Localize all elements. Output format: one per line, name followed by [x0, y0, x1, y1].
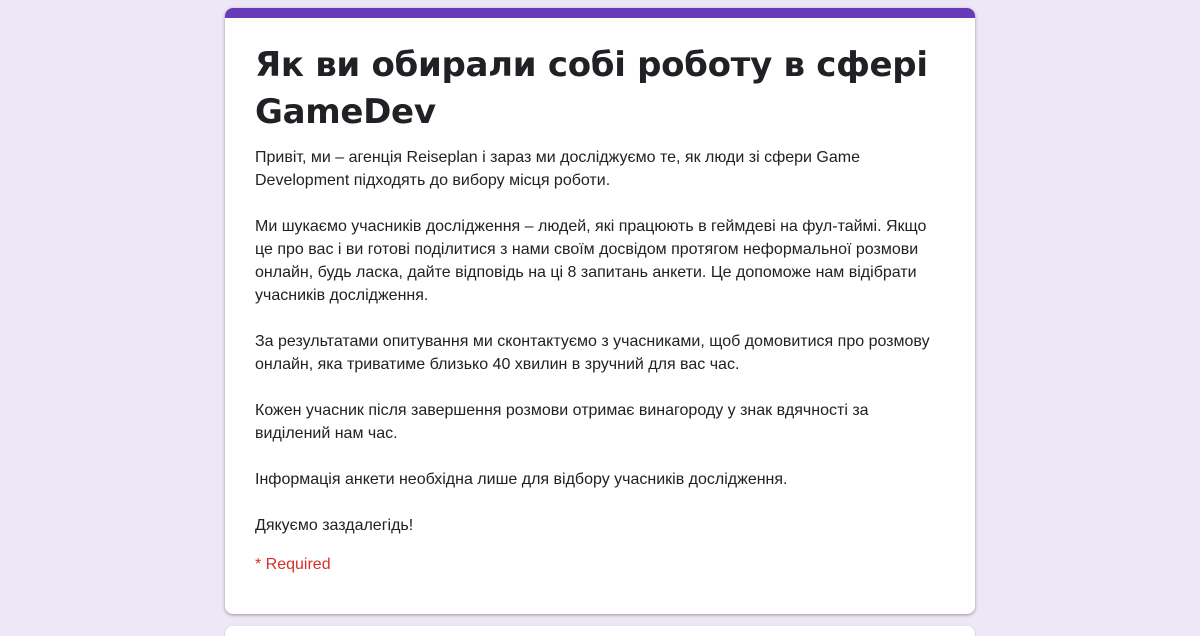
description-paragraph: За результатами опитування ми сконтактує…: [255, 333, 935, 373]
form-accent-bar: [225, 8, 975, 18]
next-question-card-edge: [225, 626, 975, 636]
description-paragraph: Привіт, ми – агенція Reiseplan і зараз м…: [255, 149, 865, 189]
required-note: * Required: [255, 556, 331, 573]
description-paragraph: Інформація анкети необхідна лише для від…: [255, 471, 788, 488]
description-paragraph: Кожен учасник після завершення розмови о…: [255, 402, 874, 442]
description-paragraph: Дякуємо заздалегідь!: [255, 517, 414, 534]
form-header-body: Як ви обирали собі роботу в сфері GameDe…: [225, 18, 975, 576]
form-title: Як ви обирали собі роботу в сфері GameDe…: [255, 45, 928, 132]
description-paragraph: Ми шукаємо учасників дослідження – людей…: [255, 218, 931, 304]
form-description: Привіт, ми – агенція Reiseplan і зараз м…: [255, 146, 945, 537]
form-header-card: Як ви обирали собі роботу в сфері GameDe…: [225, 8, 975, 614]
